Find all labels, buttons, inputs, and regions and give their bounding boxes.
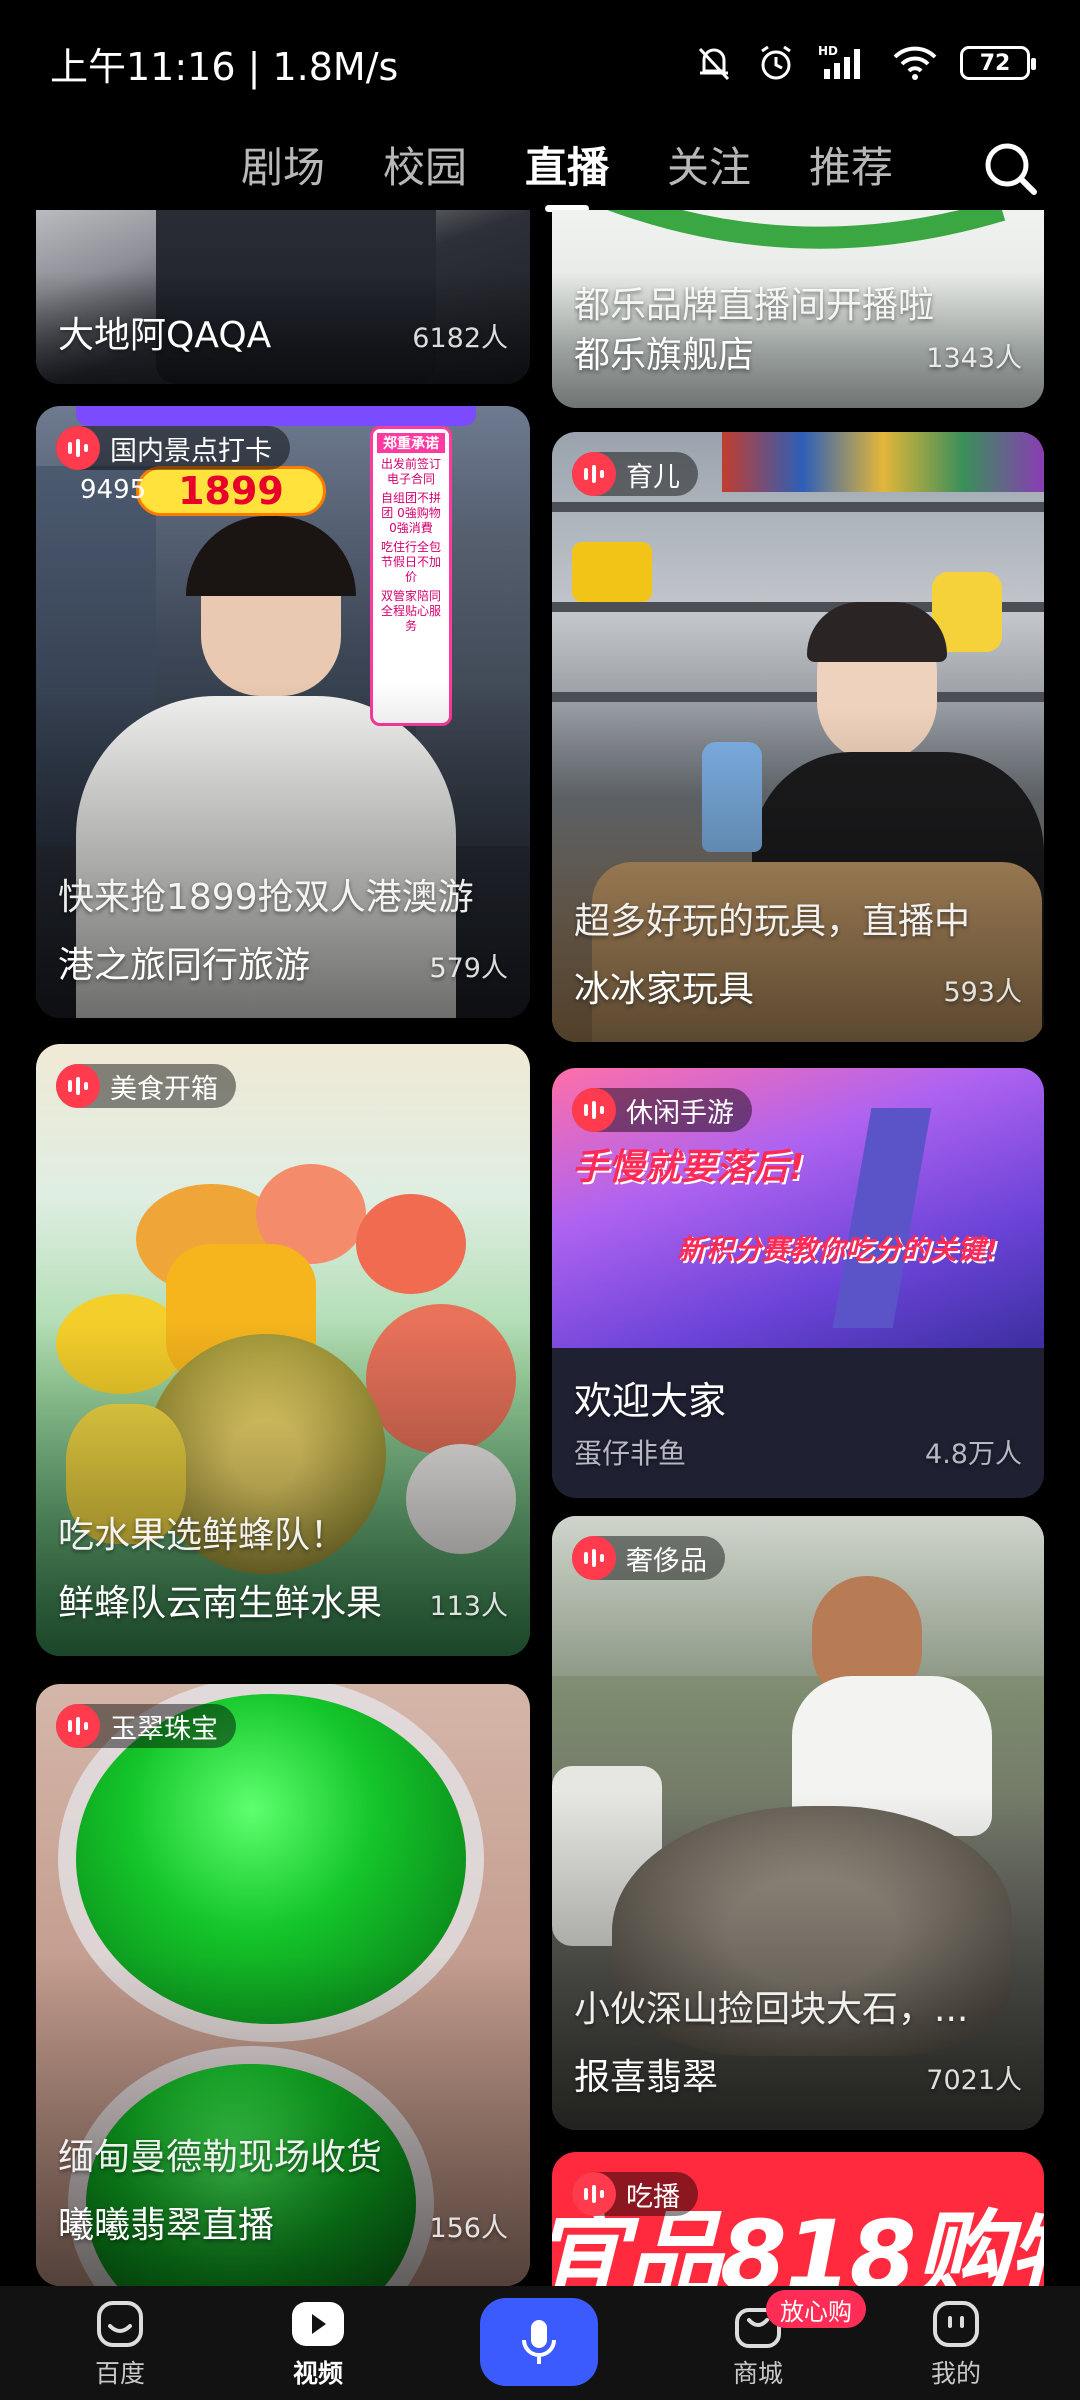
voice-search-button[interactable] [480,2298,598,2386]
status-bar: 上午11:16 | 1.8M/s HD 72 [0,0,1080,126]
top-tab-bar: 剧场 校园 直播 关注 推荐 [0,126,1080,210]
card-viewer-count: 113人 [429,1591,508,1622]
live-icon [572,1088,616,1132]
card-viewer-count: 579人 [429,953,508,984]
category-badge: 休闲手游 [572,1088,752,1132]
card-viewer-count: 4.8万人 [925,1439,1022,1470]
live-icon [56,426,100,470]
nav-label: 商城 [732,2359,783,2388]
bottom-nav: 百度 视频 商城 我的 [0,2286,1080,2400]
mall-promo-badge: 放心购 [766,2290,866,2328]
live-icon [56,1704,100,1748]
game-banner-2: 新积分赛教你吃分的关键! [677,1233,998,1266]
status-icons: HD 72 [694,43,1036,83]
card-streamer-name: 都乐旗舰店 [574,335,755,376]
profile-icon [933,2301,979,2347]
live-card[interactable]: 1899 9495 郑重承诺 出发前签订电子合同 自组团不拼团 0強购物 0強消… [36,406,530,1018]
live-card[interactable]: 玉翠珠宝 缅甸曼德勒现场收货 曦曦翡翠直播 156人 [36,1684,530,2286]
card-title: 超多好玩的玩具，直播中 [574,901,971,942]
live-card[interactable]: 都乐品牌直播间开播啦 都乐旗舰店 1343人 [552,210,1044,408]
card-streamer-name: 港之旅同行旅游 [58,945,311,986]
tab-theater[interactable]: 剧场 [212,138,354,198]
signal-icon: HD [818,44,860,79]
nav-label: 视频 [292,2359,343,2388]
card-title: 欢迎大家 [574,1379,727,1423]
live-card[interactable]: 美食开箱 吃水果选鲜蜂队！ 鲜蜂队云南生鲜水果 113人 [36,1044,530,1656]
live-card[interactable]: 手慢就要落后! 新积分赛教你吃分的关键! 休闲手游 欢迎大家 蛋仔非鱼 4.8万… [552,1068,1044,1498]
category-label: 休闲手游 [626,1097,734,1129]
promise-item: 双管家陪同全程贴心服务 [380,589,441,633]
game-banner-1: 手慢就要落后! [572,1147,805,1188]
live-icon [56,1064,100,1108]
microphone-icon [522,2320,556,2364]
tab-campus[interactable]: 校园 [354,138,496,198]
tab-live[interactable]: 直播 [496,138,638,198]
mute-bell-icon [698,47,730,81]
nav-label: 我的 [930,2359,981,2388]
video-play-icon [292,2302,344,2346]
card-title: 缅甸曼德勒现场收货 [58,2137,383,2178]
card-title: 吃水果选鲜蜂队！ [58,1515,347,1556]
live-card[interactable]: 育儿 超多好玩的玩具，直播中 冰冰家玩具 593人 [552,432,1044,1042]
card-viewer-count: 6182人 [412,323,508,354]
battery-icon: 72 [960,46,1036,80]
category-label: 国内景点打卡 [110,435,272,467]
alarm-icon [761,45,791,80]
card-streamer-name: 蛋仔非鱼 [574,1437,687,1470]
nav-label: 百度 [94,2359,145,2388]
live-card[interactable]: 奢侈品 小伙深山捡回块大石，... 报喜翡翠 7021人 [552,1516,1044,2130]
card-title: 都乐品牌直播间开播啦 [574,285,935,326]
category-label: 育儿 [626,461,680,493]
nav-video[interactable]: 视频 [258,2298,378,2390]
card-streamer-name: 大地阿QAQA [58,315,272,356]
promise-item: 自组团不拼团 0強购物 0強消費 [380,491,441,535]
card-viewer-count: 593人 [943,977,1022,1008]
live-feed[interactable]: 大地阿QAQA 6182人 都乐品牌直播间开播啦 都乐旗舰店 1343人 189… [0,210,1080,2286]
baidu-home-icon [97,2301,143,2347]
wifi-icon [893,46,937,80]
category-badge: 育儿 [572,452,698,496]
card-viewer-count: 1343人 [926,343,1022,374]
status-time: 上午11:16 | 1.8M/s [50,44,399,89]
battery-level: 72 [979,50,1011,76]
category-badge: 玉翠珠宝 [56,1704,236,1748]
live-icon [572,1536,616,1580]
card-title: 小伙深山捡回块大石，... [574,1989,969,2030]
card-streamer-name: 报喜翡翠 [574,2057,719,2098]
promise-heading: 郑重承诺 [377,433,445,453]
card-viewer-count: 7021人 [926,2065,1022,2096]
live-icon [572,452,616,496]
card-streamer-name: 冰冰家玩具 [574,969,755,1010]
search-icon[interactable] [978,136,1042,200]
price-tag: 1899 [136,466,326,516]
card-title: 快来抢1899抢双人港澳游 [58,877,474,918]
card-streamer-name: 鲜蜂队云南生鲜水果 [58,1583,383,1624]
live-icon [572,2172,616,2216]
card-viewer-count: 156人 [429,2213,508,2244]
tab-follow[interactable]: 关注 [638,138,780,198]
card-streamer-name: 曦曦翡翠直播 [58,2205,275,2246]
category-badge: 国内景点打卡 [56,426,290,470]
nav-baidu[interactable]: 百度 [60,2298,180,2390]
live-card[interactable]: 大地阿QAQA 6182人 [36,210,530,384]
price-count: 9495 [80,475,147,505]
category-badge: 奢侈品 [572,1536,725,1580]
category-label: 吃播 [626,2181,680,2213]
svg-text:HD: HD [818,44,838,58]
category-badge: 吃播 [572,2172,698,2216]
tab-recommend[interactable]: 推荐 [780,138,922,198]
promise-item: 吃住行全包节假日不加价 [380,540,441,584]
category-label: 美食开箱 [110,1073,218,1105]
promise-item: 出发前签订电子合同 [380,457,441,486]
category-badge: 美食开箱 [56,1064,236,1108]
live-card[interactable]: 宜品818购物 吃播 [552,2152,1044,2286]
category-label: 奢侈品 [626,1545,707,1577]
category-label: 玉翠珠宝 [110,1713,218,1745]
nav-me[interactable]: 我的 [896,2298,1016,2390]
